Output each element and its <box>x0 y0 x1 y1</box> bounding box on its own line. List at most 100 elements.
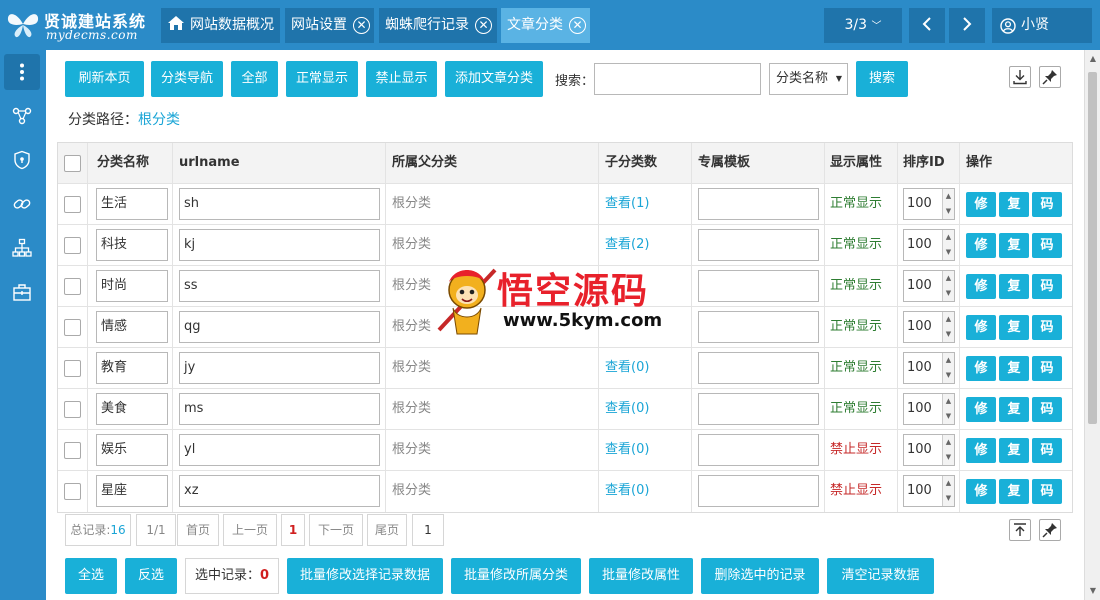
status-toggle[interactable]: 禁止显示 <box>825 471 898 512</box>
stepper-up-icon[interactable]: ▲ <box>942 271 954 286</box>
close-icon[interactable]: ✕ <box>569 17 586 34</box>
stepper-up-icon[interactable]: ▲ <box>942 189 954 204</box>
stepper-down-icon[interactable]: ▼ <box>942 409 954 424</box>
stepper-down-icon[interactable]: ▼ <box>942 450 954 465</box>
stepper-up-icon[interactable]: ▲ <box>942 312 954 327</box>
edit-button[interactable]: 修 <box>966 233 996 258</box>
category-name-input[interactable]: 时尚 <box>96 270 168 302</box>
search-input[interactable] <box>594 63 761 95</box>
template-input[interactable] <box>698 475 819 507</box>
row-checkbox[interactable] <box>64 196 81 213</box>
sort-id-stepper[interactable]: 100 ▲ ▼ <box>903 393 955 425</box>
next-page-button[interactable]: 下一页 <box>309 514 363 546</box>
category-name-input[interactable]: 情感 <box>96 311 168 343</box>
edit-button[interactable]: 修 <box>966 274 996 299</box>
edit-button[interactable]: 修 <box>966 192 996 217</box>
category-name-input[interactable]: 美食 <box>96 393 168 425</box>
code-button[interactable]: 码 <box>1032 479 1062 504</box>
template-input[interactable] <box>698 229 819 261</box>
stepper-down-icon[interactable]: ▼ <box>942 368 954 383</box>
sidebar-item-structure[interactable] <box>4 230 40 266</box>
stepper-down-icon[interactable]: ▼ <box>942 245 954 260</box>
tab-site-settings[interactable]: 网站设置 ✕ <box>285 8 374 43</box>
user-menu[interactable]: 小贤 <box>992 8 1092 43</box>
code-button[interactable]: 码 <box>1032 192 1062 217</box>
select-all-checkbox[interactable] <box>64 155 81 172</box>
breadcrumb-root-link[interactable]: 根分类 <box>138 112 180 128</box>
stepper-up-icon[interactable]: ▲ <box>942 394 954 409</box>
template-input[interactable] <box>698 434 819 466</box>
stepper-down-icon[interactable]: ▼ <box>942 327 954 342</box>
tab-page-indicator[interactable]: 3/3 ﹀ <box>824 8 902 43</box>
edit-button[interactable]: 修 <box>966 315 996 340</box>
all-button[interactable]: 全部 <box>231 61 278 97</box>
add-category-button[interactable]: 添加文章分类 <box>445 61 543 97</box>
copy-button[interactable]: 复 <box>999 233 1029 258</box>
stepper-up-icon[interactable]: ▲ <box>942 476 954 491</box>
template-input[interactable] <box>698 393 819 425</box>
scroll-up-icon[interactable]: ▲ <box>1088 54 1098 64</box>
copy-button[interactable]: 复 <box>999 315 1029 340</box>
view-subcategories-link[interactable]: 查看(0) <box>599 471 692 512</box>
search-button[interactable]: 搜索 <box>856 61 908 97</box>
category-name-input[interactable]: 科技 <box>96 229 168 261</box>
first-page-button[interactable]: 首页 <box>177 514 219 546</box>
clear-records-button[interactable]: 清空记录数据 <box>827 558 934 594</box>
status-toggle[interactable]: 禁止显示 <box>825 430 898 471</box>
copy-button[interactable]: 复 <box>999 356 1029 381</box>
urlname-input[interactable]: yl <box>179 434 380 466</box>
status-toggle[interactable]: 正常显示 <box>825 184 898 225</box>
urlname-input[interactable]: jy <box>179 352 380 384</box>
view-subcategories-link[interactable]: 查看(0) <box>599 430 692 471</box>
batch-edit-attributes-button[interactable]: 批量修改属性 <box>589 558 693 594</box>
code-button[interactable]: 码 <box>1032 233 1062 258</box>
copy-button[interactable]: 复 <box>999 274 1029 299</box>
row-checkbox[interactable] <box>64 401 81 418</box>
urlname-input[interactable]: xz <box>179 475 380 507</box>
refresh-button[interactable]: 刷新本页 <box>65 61 144 97</box>
status-toggle[interactable]: 正常显示 <box>825 266 898 307</box>
select-all-button[interactable]: 全选 <box>65 558 117 594</box>
template-input[interactable] <box>698 188 819 220</box>
sidebar-item-menu[interactable] <box>4 54 40 90</box>
sidebar-item-security[interactable] <box>4 142 40 178</box>
status-toggle[interactable]: 正常显示 <box>825 348 898 389</box>
sort-id-stepper[interactable]: 100 ▲ ▼ <box>903 352 955 384</box>
batch-edit-category-button[interactable]: 批量修改所属分类 <box>451 558 581 594</box>
category-name-input[interactable]: 星座 <box>96 475 168 507</box>
status-toggle[interactable]: 正常显示 <box>825 225 898 266</box>
edit-button[interactable]: 修 <box>966 479 996 504</box>
sort-id-stepper[interactable]: 100 ▲ ▼ <box>903 434 955 466</box>
copy-button[interactable]: 复 <box>999 192 1029 217</box>
tab-spider-log[interactable]: 蜘蛛爬行记录 ✕ <box>379 8 497 43</box>
last-page-button[interactable]: 尾页 <box>367 514 407 546</box>
row-checkbox[interactable] <box>64 442 81 459</box>
stepper-down-icon[interactable]: ▼ <box>942 204 954 219</box>
stepper-up-icon[interactable]: ▲ <box>942 435 954 450</box>
tab-next-button[interactable] <box>949 8 985 43</box>
scroll-down-icon[interactable]: ▼ <box>1088 586 1098 596</box>
stepper-up-icon[interactable]: ▲ <box>942 353 954 368</box>
row-checkbox[interactable] <box>64 319 81 336</box>
category-nav-button[interactable]: 分类导航 <box>151 61 223 97</box>
pin-button[interactable] <box>1039 66 1061 88</box>
sort-id-stepper[interactable]: 100 ▲ ▼ <box>903 475 955 507</box>
row-checkbox[interactable] <box>64 483 81 500</box>
prev-page-button[interactable]: 上一页 <box>223 514 277 546</box>
code-button[interactable]: 码 <box>1032 356 1062 381</box>
urlname-input[interactable]: ms <box>179 393 380 425</box>
category-name-input[interactable]: 生活 <box>96 188 168 220</box>
tab-article-category[interactable]: 文章分类 ✕ <box>501 8 590 43</box>
jump-page-input[interactable]: 1 <box>412 514 444 546</box>
edit-button[interactable]: 修 <box>966 356 996 381</box>
copy-button[interactable]: 复 <box>999 438 1029 463</box>
sidebar-item-tools[interactable] <box>4 274 40 310</box>
code-button[interactable]: 码 <box>1032 315 1062 340</box>
delete-selected-button[interactable]: 删除选中的记录 <box>701 558 819 594</box>
row-checkbox[interactable] <box>64 360 81 377</box>
edit-button[interactable]: 修 <box>966 397 996 422</box>
scroll-thumb[interactable] <box>1088 72 1097 424</box>
sort-id-stepper[interactable]: 100 ▲ ▼ <box>903 188 955 220</box>
batch-edit-records-button[interactable]: 批量修改选择记录数据 <box>287 558 443 594</box>
template-input[interactable] <box>698 311 819 343</box>
